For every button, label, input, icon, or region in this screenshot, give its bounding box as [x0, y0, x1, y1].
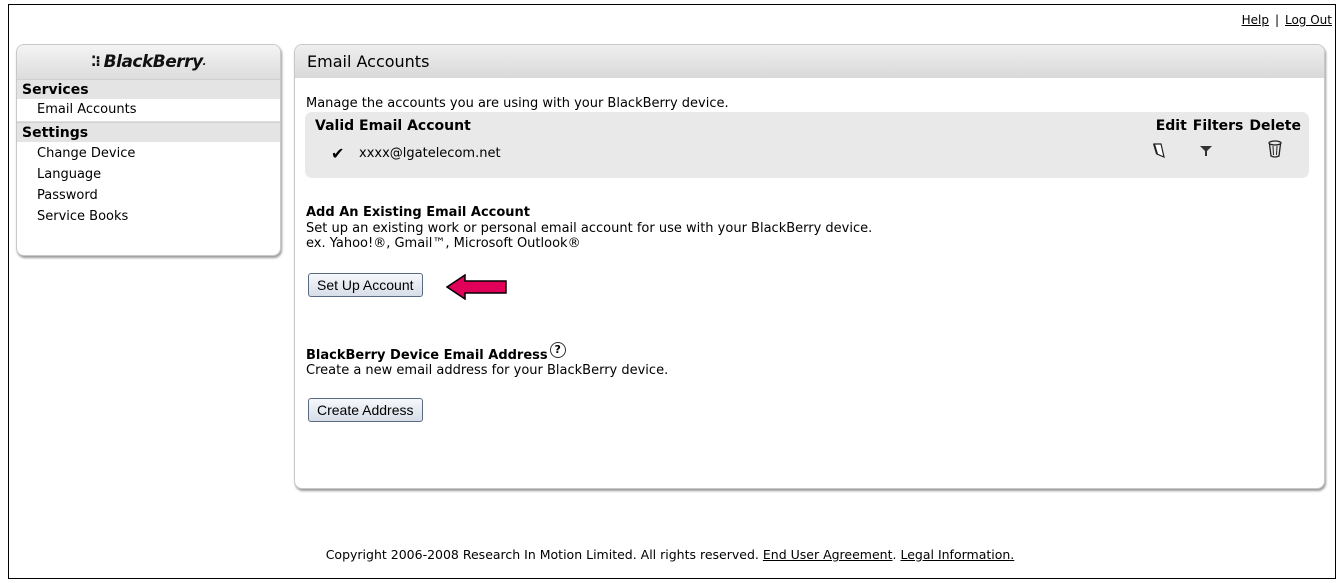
sidebar: ⁚⁝ BlackBerry. Services Email Accounts S…: [16, 44, 281, 256]
blackberry-logo-suffix: .: [202, 56, 207, 68]
help-icon[interactable]: ?: [549, 342, 566, 358]
blackberry-logo: ⁚⁝ BlackBerry.: [17, 45, 280, 79]
pencil-icon[interactable]: [1152, 143, 1166, 163]
intro-text: Manage the accounts you are using with y…: [306, 96, 729, 111]
blackberry-logo-text: BlackBerry: [103, 52, 203, 72]
sidebar-item-password[interactable]: Password: [17, 185, 280, 206]
device-address-title: BlackBerry Device Email Address?: [306, 342, 566, 363]
column-delete: Delete: [1249, 118, 1301, 134]
sidebar-item-language[interactable]: Language: [17, 164, 280, 185]
footer-period: .: [892, 547, 897, 562]
column-filters: Filters: [1192, 118, 1244, 134]
help-link[interactable]: Help: [1242, 13, 1269, 27]
column-edit: Edit: [1155, 118, 1187, 134]
create-address-button[interactable]: Create Address: [308, 398, 423, 422]
legal-information-link[interactable]: Legal Information.: [900, 547, 1014, 562]
trash-icon[interactable]: [1267, 140, 1283, 162]
sidebar-header-services: Services: [17, 79, 280, 99]
add-existing-line2: ex. Yahoo!®, Gmail™, Microsoft Outlook®: [306, 236, 581, 251]
device-address-text: Create a new email address for your Blac…: [306, 363, 669, 378]
accounts-table: Valid Email Account Edit Filters Delete ✔ …: [305, 112, 1309, 178]
device-address-title-text: BlackBerry Device Email Address: [306, 348, 548, 363]
filter-icon[interactable]: [1199, 143, 1213, 162]
valid-check-icon: ✔: [331, 143, 345, 163]
copyright-text: Copyright 2006-2008 Research In Motion L…: [325, 547, 759, 562]
add-existing-line1: Set up an existing work or personal emai…: [306, 221, 873, 236]
settings-list: Change Device Language Password Service …: [17, 142, 280, 227]
accounts-table-header: Valid Email Account: [315, 118, 471, 134]
account-email: xxxx@lgatelecom.net: [359, 145, 501, 161]
top-links-separator: |: [1274, 13, 1279, 27]
logout-link[interactable]: Log Out: [1285, 13, 1332, 27]
email-accounts-panel: Email Accounts Manage the accounts you a…: [294, 44, 1325, 489]
pointer-arrow-icon: [445, 273, 508, 304]
add-existing-title: Add An Existing Email Account: [306, 205, 531, 220]
set-up-account-button[interactable]: Set Up Account: [308, 273, 423, 297]
top-links: Help | Log Out: [1242, 13, 1332, 27]
table-row: ✔ xxxx@lgatelecom.net: [305, 139, 1309, 167]
end-user-agreement-link[interactable]: End User Agreement: [763, 547, 893, 562]
sidebar-item-service-books[interactable]: Service Books: [17, 206, 280, 227]
sidebar-header-settings: Settings: [17, 122, 280, 142]
footer: Copyright 2006-2008 Research In Motion L…: [0, 547, 1340, 562]
blackberry-logo-icon: ⁚⁝: [91, 54, 101, 70]
sidebar-item-change-device[interactable]: Change Device: [17, 143, 280, 164]
accounts-table-columns: Edit Filters Delete: [1150, 118, 1301, 134]
sidebar-item-email-accounts[interactable]: Email Accounts: [17, 99, 280, 122]
page-title: Email Accounts: [295, 45, 1324, 78]
